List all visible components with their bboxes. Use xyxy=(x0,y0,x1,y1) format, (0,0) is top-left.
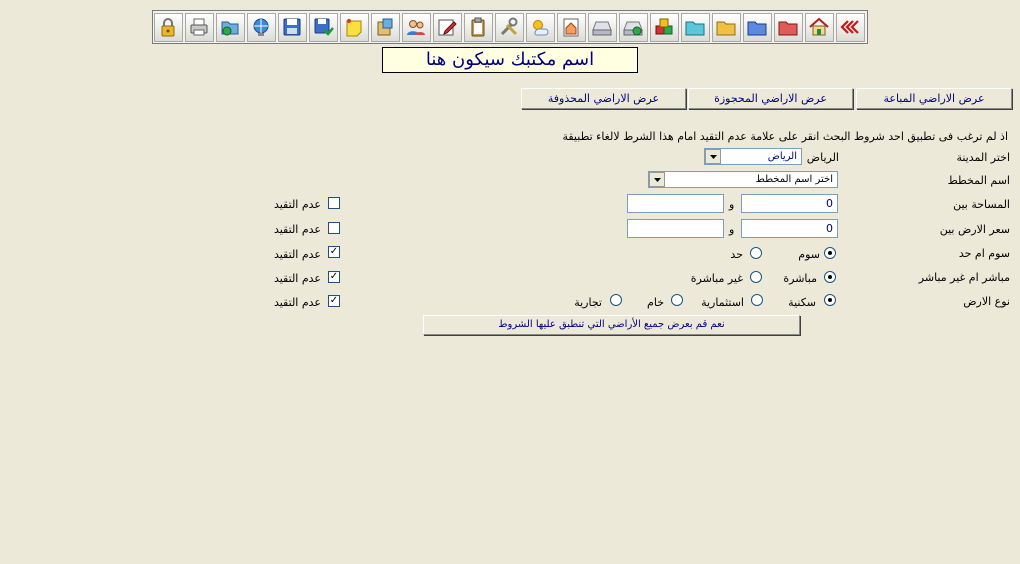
transfer-button[interactable] xyxy=(371,12,400,42)
edit-icon xyxy=(438,19,458,36)
bid-radio-had[interactable] xyxy=(750,247,762,259)
back-arrows-icon xyxy=(840,20,860,34)
drive-green-button[interactable] xyxy=(619,12,648,42)
folder-red-button[interactable] xyxy=(774,12,803,42)
show-sold-lands-button[interactable]: عرض الاراضي المباعة xyxy=(856,88,1012,109)
bid-radio-som[interactable] xyxy=(824,247,836,259)
direct-no-restrict-checkbox[interactable]: ✓ xyxy=(328,271,340,283)
land-type-no-restrict-checkbox[interactable]: ✓ xyxy=(328,295,340,307)
house-doc-icon xyxy=(563,18,579,37)
area-label: المساحة بين xyxy=(953,198,1010,211)
land-type-radio-investment[interactable] xyxy=(751,294,763,306)
direct-no-restrict-label: عدم التقيد xyxy=(273,272,321,285)
users-icon xyxy=(407,20,426,35)
direct-option-direct-label: مباشرة xyxy=(783,272,817,285)
show-reserved-lands-button[interactable]: عرض الاراضي المحجوزة xyxy=(688,88,853,109)
folder-sync-button[interactable] xyxy=(216,12,245,42)
home-button[interactable] xyxy=(805,12,834,42)
city-prefix-label: الرياض xyxy=(806,151,839,164)
clipboard-button[interactable] xyxy=(464,12,493,42)
network-globe-icon xyxy=(253,18,269,36)
folder-cyan-button[interactable] xyxy=(681,12,710,42)
save-blue-button[interactable] xyxy=(278,12,307,42)
show-matching-lands-button[interactable]: نعم قم بعرض جميع الأراضي التي تنطبق عليه… xyxy=(423,315,800,335)
city-select-value: الرياض xyxy=(767,151,797,162)
network-button[interactable] xyxy=(247,12,276,42)
drive-button[interactable] xyxy=(588,12,617,42)
land-type-radio-commercial[interactable] xyxy=(610,294,622,306)
land-type-radio-raw[interactable] xyxy=(671,294,683,306)
direct-option-indirect-label: غير مباشرة xyxy=(690,272,743,285)
folder-red-icon xyxy=(778,21,798,36)
plan-select[interactable]: اختر اسم المخطط xyxy=(648,171,838,188)
plan-select-value: اختر اسم المخطط xyxy=(755,174,833,185)
price-no-restrict-label: عدم التقيد xyxy=(273,223,321,236)
land-type-commercial-label: تجارية xyxy=(574,296,602,309)
area-from-input[interactable]: 0 xyxy=(741,194,838,213)
bid-option-had-label: حد xyxy=(730,248,743,261)
direct-label: مباشر ام غير مباشر xyxy=(918,271,1010,284)
land-type-radio-residential[interactable] xyxy=(824,294,836,306)
price-label: سعر الارض بين xyxy=(939,223,1010,236)
tools-button[interactable] xyxy=(495,12,524,42)
toolbar xyxy=(152,10,868,44)
home-icon xyxy=(809,17,830,36)
instructions-text: اذ لم ترغب فى تطبيق احد شروط البحث انقر … xyxy=(562,130,1008,143)
area-no-restrict-checkbox[interactable] xyxy=(328,197,340,209)
drive-icon xyxy=(592,21,613,36)
plan-label: اسم المخطط xyxy=(947,174,1010,187)
price-from-input[interactable]: 0 xyxy=(741,219,838,238)
land-type-label: نوع الارض xyxy=(963,295,1010,308)
price-and-label: و xyxy=(729,223,735,236)
drive-green-icon xyxy=(623,21,644,36)
chevron-down-icon xyxy=(705,149,721,164)
save-green-icon xyxy=(314,18,335,36)
cubes-button[interactable] xyxy=(650,12,679,42)
direct-radio-indirect[interactable] xyxy=(750,271,762,283)
print-button[interactable] xyxy=(185,12,214,42)
area-to-input[interactable] xyxy=(627,194,724,213)
land-type-raw-label: خام xyxy=(647,296,664,309)
folder-sync-icon xyxy=(221,21,239,36)
edit-button[interactable] xyxy=(433,12,462,42)
weather-icon xyxy=(533,20,549,36)
price-to-input[interactable] xyxy=(627,219,724,238)
note-button[interactable] xyxy=(340,12,369,42)
transfer-icon xyxy=(377,18,393,36)
back-button[interactable] xyxy=(836,12,865,42)
land-type-no-restrict-label: عدم التقيد xyxy=(273,296,321,309)
lock-icon xyxy=(161,18,175,37)
printer-icon xyxy=(190,18,208,36)
weather-button[interactable] xyxy=(526,12,555,42)
note-icon xyxy=(346,19,362,37)
tools-icon xyxy=(501,17,518,36)
house-doc-button[interactable] xyxy=(557,12,586,42)
land-type-residential-label: سكنية xyxy=(788,296,816,309)
chevron-down-icon xyxy=(649,172,665,187)
clipboard-icon xyxy=(471,17,485,37)
bid-no-restrict-checkbox[interactable]: ✓ xyxy=(328,246,340,258)
save-green-button[interactable] xyxy=(309,12,338,42)
office-name-banner: اسم مكتبك سيكون هنا xyxy=(382,47,638,73)
folder-cyan-icon xyxy=(685,21,705,36)
price-no-restrict-checkbox[interactable] xyxy=(328,222,340,234)
land-type-investment-label: استثمارية xyxy=(701,296,744,309)
folder-yellow-button[interactable] xyxy=(712,12,741,42)
folder-yellow-icon xyxy=(716,21,736,36)
city-select[interactable]: الرياض xyxy=(704,148,802,165)
bid-no-restrict-label: عدم التقيد xyxy=(273,248,321,261)
bid-label: سوم ام حد xyxy=(958,247,1010,260)
lock-button[interactable] xyxy=(154,12,183,42)
show-deleted-lands-button[interactable]: عرض الاراضي المحذوفة xyxy=(521,88,686,109)
folder-blue-icon xyxy=(747,21,767,36)
bid-option-som-label: سوم xyxy=(798,248,820,261)
users-button[interactable] xyxy=(402,12,431,42)
save-icon xyxy=(283,18,301,36)
area-no-restrict-label: عدم التقيد xyxy=(273,198,321,211)
cubes-icon xyxy=(655,18,673,35)
direct-radio-direct[interactable] xyxy=(824,271,836,283)
area-and-label: و xyxy=(729,198,735,211)
folder-blue-button[interactable] xyxy=(743,12,772,42)
city-label: اختر المدينة xyxy=(956,151,1010,164)
